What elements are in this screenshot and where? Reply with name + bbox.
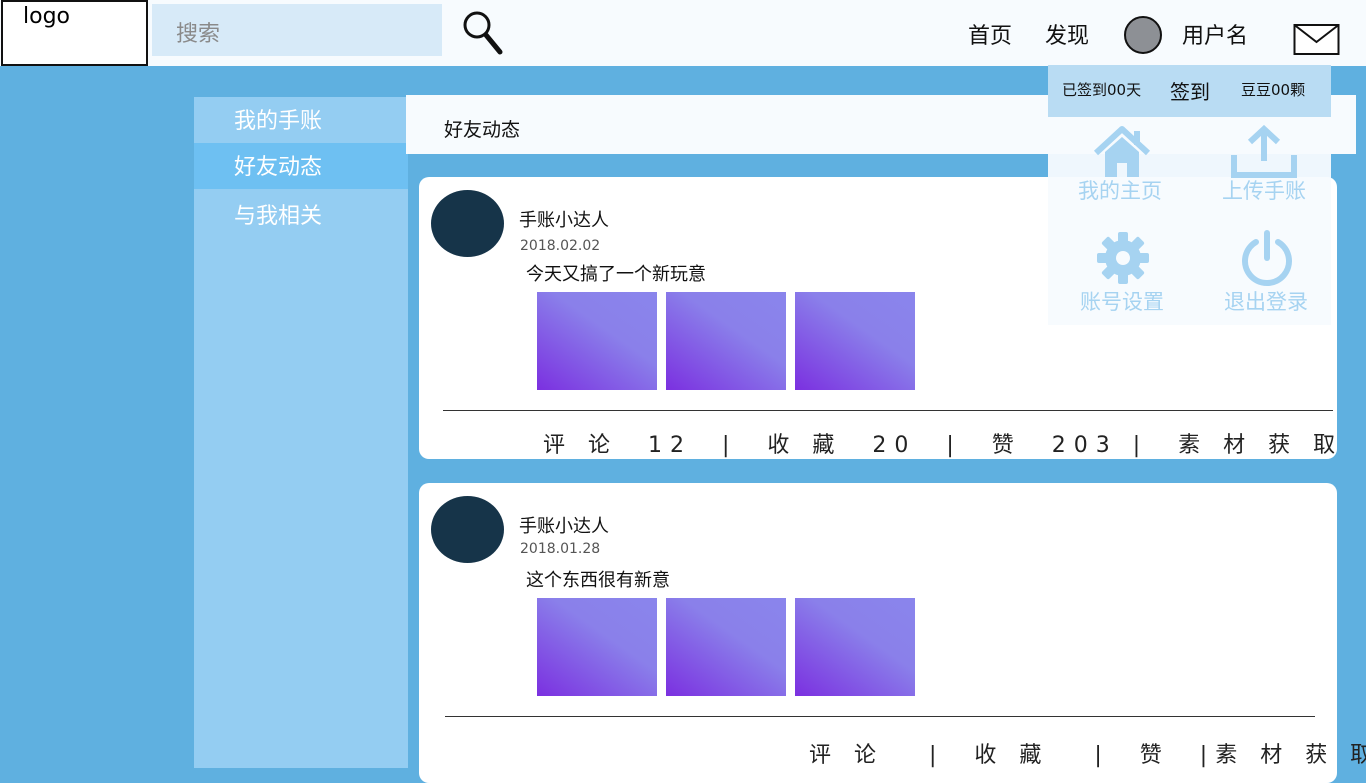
post-date: 2018.02.02 bbox=[520, 238, 601, 254]
post-image[interactable] bbox=[795, 292, 915, 390]
power-icon bbox=[1242, 230, 1292, 287]
menu-item-label: 退出登录 bbox=[1224, 290, 1308, 314]
comment-button[interactable]: 评 论 12 bbox=[543, 433, 722, 458]
upload-icon bbox=[1231, 125, 1297, 178]
post-image[interactable] bbox=[795, 598, 915, 696]
home-icon bbox=[1093, 126, 1151, 177]
post-text: 今天又搞了一个新玩意 bbox=[526, 264, 706, 285]
nav-home-link[interactable]: 首页 bbox=[968, 18, 1012, 50]
menu-item-my-homepage[interactable]: 我的主页 bbox=[1055, 125, 1185, 225]
mail-icon[interactable] bbox=[1293, 22, 1341, 56]
post-author-avatar[interactable] bbox=[431, 190, 504, 257]
username-link[interactable]: 用户名 bbox=[1182, 18, 1248, 50]
checkin-bar: 已签到00天 签到 豆豆00颗 bbox=[1048, 65, 1331, 117]
logo-text: logo bbox=[23, 4, 70, 29]
menu-item-logout[interactable]: 退出登录 bbox=[1201, 230, 1331, 330]
post-author[interactable]: 手账小达人 bbox=[519, 512, 609, 538]
search-placeholder: 搜索 bbox=[176, 22, 221, 47]
user-dropdown-menu: 已签到00天 签到 豆豆00颗 我的主页 上传手账 账号设置 退出登录 bbox=[1048, 65, 1331, 325]
comment-button[interactable]: 评 论 bbox=[809, 743, 929, 768]
post-author[interactable]: 手账小达人 bbox=[519, 206, 609, 232]
post-actions: 评 论 | 收 藏 | 赞 |素 材 获 取 bbox=[809, 737, 1366, 769]
sidebar-item-label: 与我相关 bbox=[234, 204, 323, 229]
post-divider bbox=[443, 410, 1333, 411]
post-text: 这个东西很有新意 bbox=[526, 570, 670, 591]
menu-item-label: 我的主页 bbox=[1078, 179, 1162, 203]
menu-item-label: 账号设置 bbox=[1080, 290, 1164, 314]
post-date: 2018.01.28 bbox=[520, 541, 601, 557]
sidebar-item-friends-feed[interactable]: 好友动态 bbox=[194, 143, 408, 189]
post-image[interactable] bbox=[666, 292, 786, 390]
search-icon[interactable] bbox=[460, 8, 506, 58]
sidebar-item-label: 好友动态 bbox=[234, 155, 323, 180]
menu-item-upload-journal[interactable]: 上传手账 bbox=[1199, 125, 1329, 225]
favorite-button[interactable]: 收 藏 20 bbox=[767, 433, 946, 458]
sidebar: 我的手账 好友动态 与我相关 bbox=[194, 97, 408, 768]
post-author-avatar[interactable] bbox=[431, 496, 504, 563]
search-input[interactable]: 搜索 bbox=[152, 4, 442, 56]
post-actions: 评 论 12 | 收 藏 20 | 赞 203 | 素 材 获 取 bbox=[543, 433, 1344, 458]
get-material-button[interactable]: 素 材 获 取 bbox=[1178, 433, 1343, 458]
checkin-button[interactable]: 签到 bbox=[1170, 76, 1210, 105]
sidebar-item-related-to-me[interactable]: 与我相关 bbox=[194, 192, 408, 238]
gear-icon bbox=[1097, 232, 1149, 284]
post-card: 手账小达人 2018.01.28 这个东西很有新意 评 论 | 收 藏 | 赞 … bbox=[419, 483, 1366, 783]
post-image[interactable] bbox=[537, 292, 657, 390]
post-image[interactable] bbox=[537, 598, 657, 696]
like-button[interactable]: 赞 bbox=[1140, 743, 1200, 768]
get-material-button[interactable]: 素 材 获 取 bbox=[1215, 743, 1366, 768]
nav-discover-link[interactable]: 发现 bbox=[1045, 18, 1089, 50]
menu-item-account-settings[interactable]: 账号设置 bbox=[1057, 230, 1187, 330]
top-bar: logo 搜索 首页 发现 用户名 bbox=[0, 0, 1366, 66]
beans-count: 豆豆00颗 bbox=[1241, 81, 1306, 99]
sidebar-item-label: 我的手账 bbox=[234, 109, 323, 134]
user-avatar[interactable] bbox=[1124, 16, 1162, 54]
post-image[interactable] bbox=[666, 598, 786, 696]
favorite-button[interactable]: 收 藏 bbox=[974, 743, 1094, 768]
sidebar-item-my-journal[interactable]: 我的手账 bbox=[194, 97, 408, 143]
feed-title: 好友动态 bbox=[444, 119, 521, 141]
like-button[interactable]: 赞 203 bbox=[992, 433, 1133, 458]
post-divider bbox=[445, 716, 1315, 717]
checkin-days: 已签到00天 bbox=[1062, 81, 1142, 99]
menu-item-label: 上传手账 bbox=[1222, 179, 1306, 203]
logo[interactable]: logo bbox=[1, 0, 148, 66]
